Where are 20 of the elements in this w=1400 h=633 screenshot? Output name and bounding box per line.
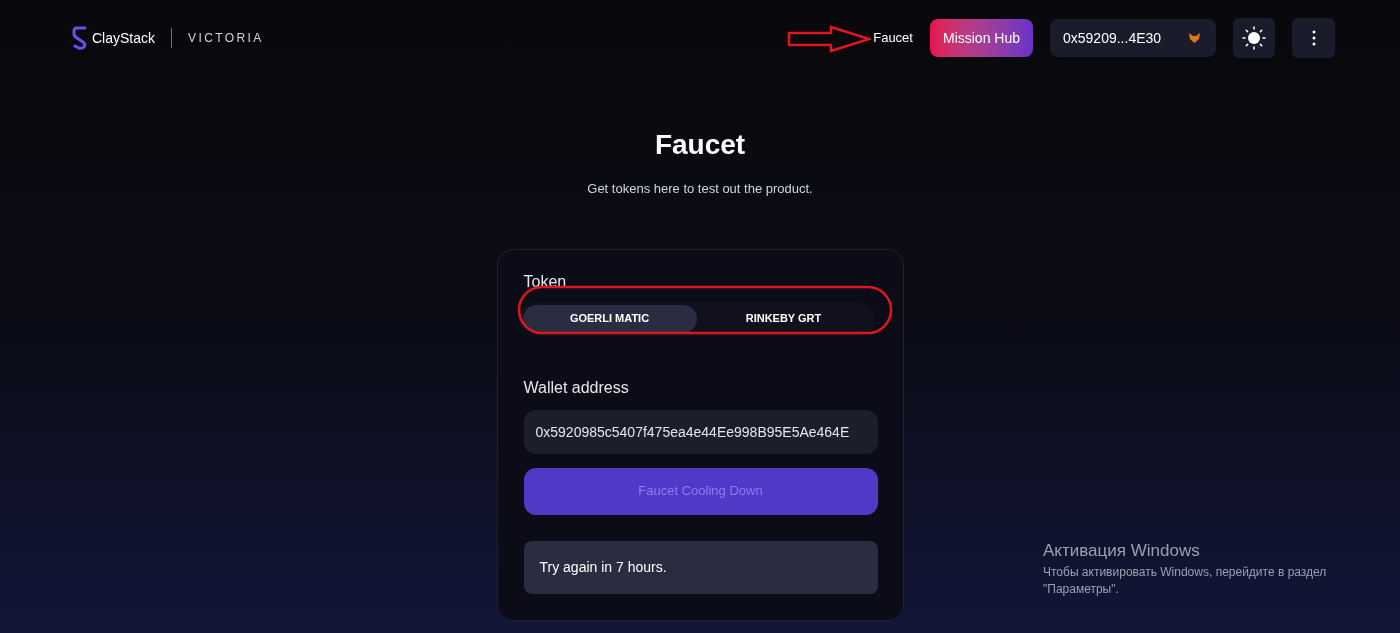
- page-subtitle: Get tokens here to test out the product.: [587, 180, 813, 198]
- status-message: Try again in 7 hours.: [523, 540, 878, 594]
- network-name: VICTORIA: [188, 30, 264, 47]
- logo-icon: [72, 25, 88, 51]
- token-tab[interactable]: GOERLI MATIC: [522, 304, 697, 333]
- activation-title: Активация Windows: [1043, 540, 1201, 562]
- theme-toggle-button[interactable]: [1233, 18, 1275, 58]
- token-tab[interactable]: RINKEBY GRT: [696, 304, 871, 333]
- wallet-address-field[interactable]: 0x5920985c5407f475ea4e44Ee998B95E5Ae464E: [523, 409, 878, 454]
- sun-icon: [1242, 26, 1266, 50]
- more-icon: [1311, 30, 1316, 46]
- activation-text: Чтобы активировать Windows, перейдите в раздел "Параметры".: [1043, 564, 1328, 598]
- brand-name[interactable]: ClayStack: [92, 27, 156, 49]
- wallet-label: Wallet address: [523, 378, 630, 397]
- faucet-link[interactable]: Faucet: [873, 28, 913, 48]
- more-menu-button[interactable]: [1292, 18, 1335, 58]
- fox-icon: [1189, 33, 1200, 43]
- page-title: Faucet: [654, 128, 746, 162]
- mission-hub-button[interactable]: Mission Hub: [929, 19, 1033, 57]
- wallet-button[interactable]: 0x59209...4E30: [1050, 19, 1216, 57]
